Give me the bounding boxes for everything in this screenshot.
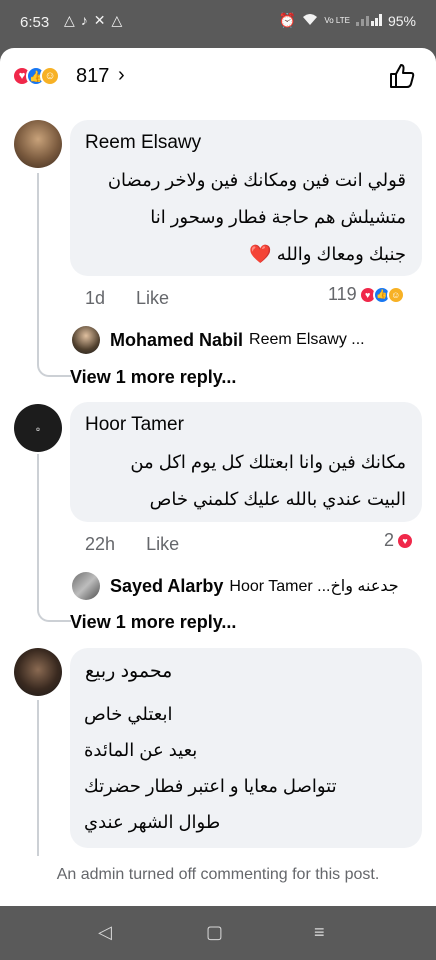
battery-level: 95% [387, 12, 416, 29]
wifi-icon [302, 12, 318, 29]
comment-bubble: Reem Elsawy قولي انت فين ومكانك فين ولاخ… [70, 120, 422, 276]
comment-text-line: متشيلش هم حاجة فطار وسحور انا [150, 207, 406, 227]
comment-author[interactable]: Reem Elsawy [85, 132, 201, 154]
thread-line [37, 173, 71, 377]
status-right-icons: ⏰ Vo LTE 95% [279, 12, 416, 29]
reply-preview[interactable]: Sayed Alarby Hoor Tamer ...جدعنه واخ [72, 572, 399, 600]
view-more-replies-link[interactable]: View 1 more reply... [70, 612, 236, 633]
comment-text-line: بعيد عن المائدة [84, 740, 198, 760]
reply-author: Mohamed Nabil [110, 329, 244, 350]
home-icon[interactable]: ▢ [206, 922, 223, 943]
view-more-replies-link[interactable]: View 1 more reply... [70, 367, 236, 388]
alarm-icon: ⏰ [278, 12, 297, 28]
comment-text-line: طوال الشهر عندي [84, 812, 221, 832]
reactions-header: ♥ 👍 ☺ 817 › [0, 48, 436, 108]
comment-author[interactable]: Hoor Tamer [85, 414, 184, 436]
tiktok-icon: ♪ [80, 12, 88, 28]
reaction-count[interactable]: 817 [76, 65, 109, 88]
comment-text-line: جنبك ومعاك والله ❤️ [249, 244, 406, 264]
admin-notice: An admin turned off commenting for this … [56, 866, 380, 883]
avatar [72, 326, 100, 354]
care-reaction-icon: ☺ [40, 66, 60, 86]
status-left-icons: △ ♪ ✕ △ [64, 12, 122, 29]
thread-line [37, 454, 71, 622]
status-bar: 6:53 △ ♪ ✕ △ ⏰ Vo LTE 95% [0, 0, 436, 44]
like-button[interactable] [388, 62, 416, 90]
comment-reactions[interactable]: 119 ♥ 👍 ☺ [328, 284, 405, 305]
recents-icon[interactable]: ≡ [314, 922, 325, 943]
comment-text-line: تتواصل معايا و اعتبر فطار حضرتك [84, 776, 337, 796]
comment-meta: 1d Like [85, 288, 195, 309]
comment-reactions[interactable]: 2 ♥ [384, 530, 415, 551]
notification-icon: △ [111, 12, 123, 28]
reply-preview[interactable]: Mohamed Nabil Reem Elsawy ... [72, 326, 365, 354]
avatar[interactable] [14, 120, 62, 168]
comment-text-line: قولي انت فين ومكانك فين ولاخر رمضان [107, 170, 406, 190]
comment-text-line: البيت عندي بالله عليك كلمني خاص [149, 489, 406, 509]
comment-time: 22h [85, 534, 116, 554]
avatar [72, 572, 100, 600]
comment-text-line: ابعتلي خاص [84, 704, 173, 724]
comments-sheet: ♥ 👍 ☺ 817 › Reem Elsawy قولي انت فين ومك… [0, 48, 436, 906]
x-icon: ✕ [93, 12, 106, 28]
signal-icon [355, 12, 382, 29]
comment-time: 1d [85, 288, 106, 308]
comment-text-line: مكانك فين وانا ابعتلك كل يوم اكل من [130, 452, 406, 472]
system-nav-bar: ◁ ▢ ≡ [0, 906, 436, 960]
status-time: 6:53 [20, 14, 50, 31]
comment-bubble: Hoor Tamer مكانك فين وانا ابعتلك كل يوم … [70, 402, 422, 522]
back-icon[interactable]: ◁ [98, 922, 112, 943]
comment-bubble: محمود ربيع ابعتلي خاص بعيد عن المائدة تت… [70, 648, 422, 848]
comment-meta: 22h Like [85, 534, 205, 555]
comment-author[interactable]: محمود ربيع [85, 660, 172, 683]
reply-snippet: Hoor Tamer ...جدعنه واخ [229, 578, 399, 595]
avatar-logo-icon: ✿ [36, 427, 40, 433]
thread-line [37, 700, 39, 856]
volte-label: Vo LTE [324, 15, 350, 25]
comment-reaction-count: 2 [384, 530, 395, 550]
avatar[interactable] [14, 648, 62, 696]
reply-author: Sayed Alarby [110, 575, 224, 596]
avatar[interactable]: ✿ [14, 404, 62, 452]
svg-text:✿: ✿ [36, 427, 40, 433]
reply-snippet: Reem Elsawy ... [249, 331, 365, 348]
notification-icon: △ [64, 12, 75, 28]
chevron-right-icon[interactable]: › [118, 64, 125, 87]
care-reaction-icon: ☺ [386, 285, 405, 304]
comment-like-link[interactable]: Like [146, 534, 179, 554]
reaction-icons[interactable]: ♥ 👍 ☺ [12, 66, 60, 86]
love-reaction-icon: ♥ [396, 531, 415, 550]
comment-reaction-count: 119 [328, 284, 357, 304]
comment-like-link[interactable]: Like [136, 288, 169, 308]
